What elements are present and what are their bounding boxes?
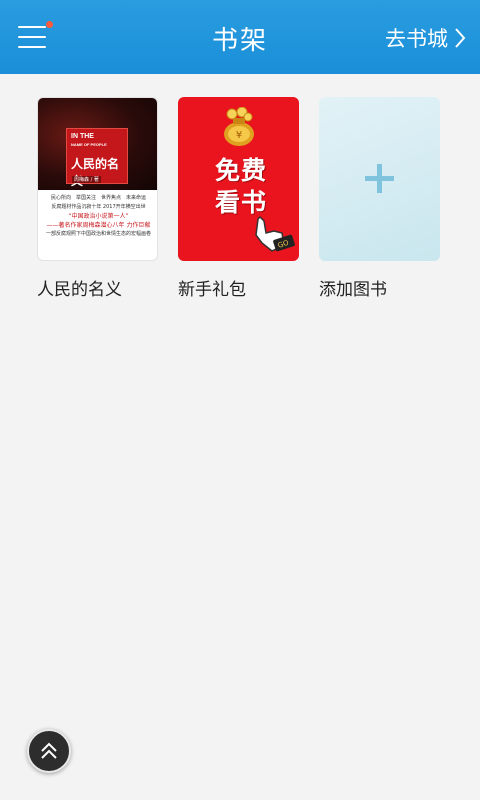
cover-blurb-line: ——著名作家周梅森潜心八年 力作巨献 [46, 222, 151, 229]
book-item[interactable]: ¥ 免费 看书 GO 新手礼包 [178, 97, 300, 300]
book-cover[interactable]: ¥ 免费 看书 GO [178, 97, 299, 261]
go-to-bookstore-button[interactable]: 去书城 [385, 23, 466, 53]
money-bag-icon: ¥ [224, 107, 254, 146]
add-book-item[interactable]: 添加图书 [319, 97, 441, 300]
cover-en-title-line2: NAME OF PEOPLE [71, 142, 107, 147]
cover-author: 周梅森 / 著 [72, 176, 101, 183]
plus-icon-horizontal [365, 176, 394, 181]
add-book-label[interactable]: 添加图书 [319, 275, 387, 300]
book-item[interactable]: IN THE NAME OF PEOPLE 人民的名义 周梅森 / 著 民心所向… [37, 97, 159, 300]
cover-en-title-line1: IN THE [71, 133, 94, 140]
cover-blurb-line: 反腐题材作品沉寂十年 2017开年横空出世 [51, 204, 146, 210]
go-to-bookstore-label: 去书城 [385, 27, 448, 51]
pointing-hand-icon: GO [255, 215, 295, 252]
book-title[interactable]: 人民的名义 [37, 275, 122, 300]
book-title[interactable]: 新手礼包 [178, 275, 246, 300]
svg-text:¥: ¥ [236, 130, 242, 141]
cover-promo-text: 免费 看书 [204, 155, 278, 219]
cover-blurb: 民心所向 举国关注 世界焦点 未来命运 反腐题材作品沉寂十年 2017开年横空出… [46, 194, 151, 239]
promo-text-line1: 免费 [214, 156, 267, 185]
chevron-right-icon [455, 28, 466, 48]
cover-blurb-line: “中国政治小说第一人” [68, 213, 129, 220]
cover-en-title: IN THE NAME OF PEOPLE [71, 133, 107, 149]
double-chevron-up-icon [41, 742, 57, 759]
scroll-to-top-button[interactable] [27, 729, 71, 773]
add-book-button[interactable] [319, 97, 440, 261]
cover-blurb-line: 民心所向 举国关注 世界焦点 未来命运 [50, 195, 146, 201]
cover-blurb-line: 一部反腐观照下中国政治和世情生态的宏幅画卷 [46, 231, 151, 237]
cover-cn-title: 人民的名义 [71, 157, 120, 188]
book-cover[interactable]: IN THE NAME OF PEOPLE 人民的名义 周梅森 / 著 民心所向… [37, 97, 158, 261]
top-bar: 书架 去书城 [0, 0, 480, 74]
